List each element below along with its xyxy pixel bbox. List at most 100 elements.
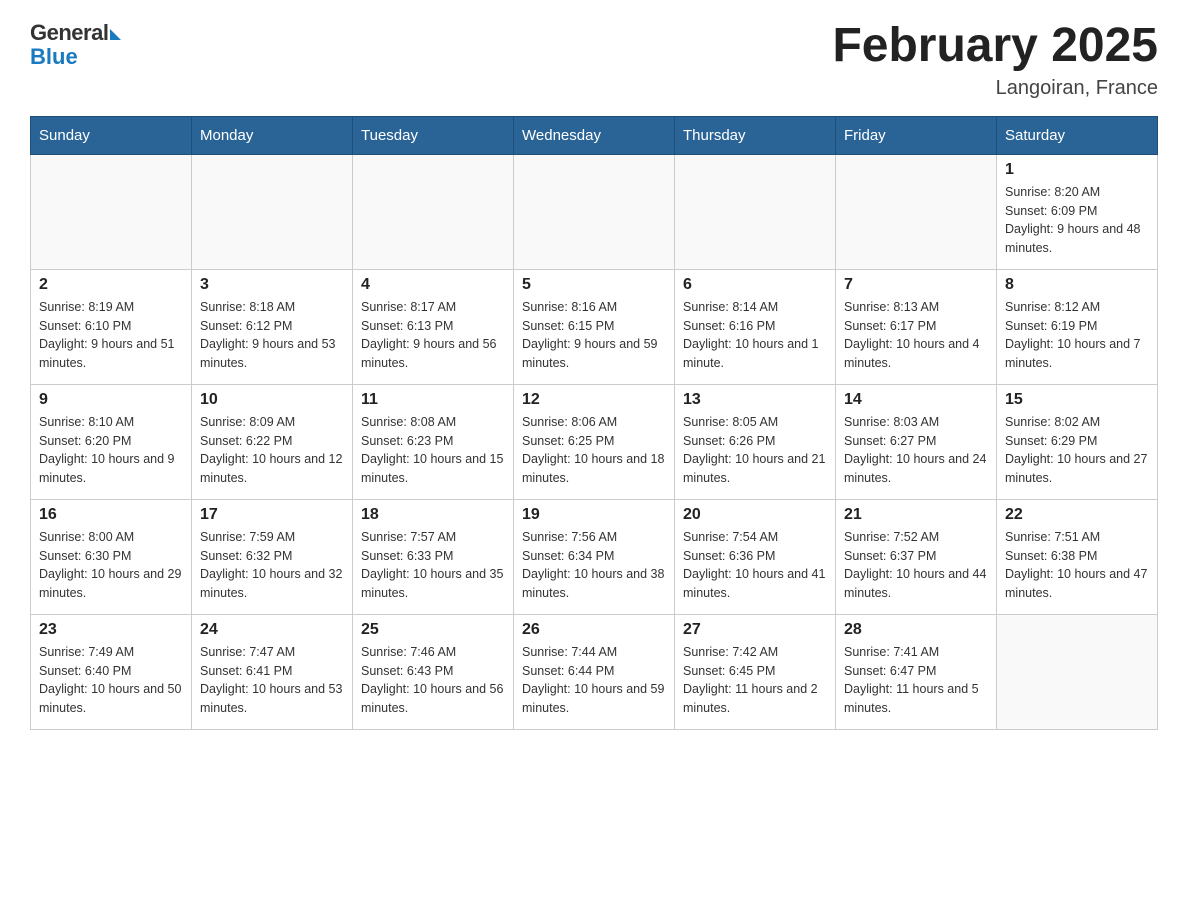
day-number: 15 (1005, 391, 1149, 409)
calendar-cell (836, 154, 997, 269)
calendar-cell: 15 Sunrise: 8:02 AM Sunset: 6:29 PM Dayli… (997, 384, 1158, 499)
calendar-cell: 23Sunrise: 7:49 AM Sunset: 6:40 PM Dayli… (31, 614, 192, 729)
calendar-cell: 28 Sunrise: 7:41 AM Sunset: 6:47 PM Dayli… (836, 614, 997, 729)
day-number: 13 (683, 391, 827, 409)
calendar-cell (514, 154, 675, 269)
calendar-cell: 17Sunrise: 7:59 AM Sunset: 6:32 PM Dayli… (192, 499, 353, 614)
calendar-week-row: 2Sunrise: 8:19 AM Sunset: 6:10 PM Daylig… (31, 269, 1158, 384)
day-number: 2 (39, 276, 183, 294)
day-info: Sunrise: 7:42 AM Sunset: 6:45 PM Dayligh… (683, 643, 827, 718)
header-cell-saturday: Saturday (997, 116, 1158, 154)
calendar-cell: 2Sunrise: 8:19 AM Sunset: 6:10 PM Daylig… (31, 269, 192, 384)
month-title: February 2025 (832, 20, 1158, 73)
page-header: General Blue February 2025 Langoiran, Fr… (30, 20, 1158, 100)
calendar-cell: 14 Sunrise: 8:03 AM Sunset: 6:27 PM Dayli… (836, 384, 997, 499)
header-cell-thursday: Thursday (675, 116, 836, 154)
day-number: 12 (522, 391, 666, 409)
day-number: 17 (200, 506, 344, 524)
day-number: 28 (844, 621, 988, 639)
day-info: Sunrise: 8:16 AM Sunset: 6:15 PM Dayligh… (522, 298, 666, 373)
calendar-cell (192, 154, 353, 269)
day-info: Sunrise: 8:02 AM Sunset: 6:29 PM Dayligh… (1005, 413, 1149, 488)
day-info: Sunrise: 7:57 AM Sunset: 6:33 PM Dayligh… (361, 528, 505, 603)
day-number: 6 (683, 276, 827, 294)
day-info: Sunrise: 8:08 AM Sunset: 6:23 PM Dayligh… (361, 413, 505, 488)
day-number: 27 (683, 621, 827, 639)
calendar-cell (31, 154, 192, 269)
day-number: 9 (39, 391, 183, 409)
day-info: Sunrise: 8:14 AM Sunset: 6:16 PM Dayligh… (683, 298, 827, 373)
calendar-cell: 6 Sunrise: 8:14 AM Sunset: 6:16 PM Daylig… (675, 269, 836, 384)
day-info: Sunrise: 8:05 AM Sunset: 6:26 PM Dayligh… (683, 413, 827, 488)
day-info: Sunrise: 8:12 AM Sunset: 6:19 PM Dayligh… (1005, 298, 1149, 373)
day-info: Sunrise: 7:41 AM Sunset: 6:47 PM Dayligh… (844, 643, 988, 718)
calendar-cell (353, 154, 514, 269)
day-info: Sunrise: 8:10 AM Sunset: 6:20 PM Dayligh… (39, 413, 183, 488)
header-cell-sunday: Sunday (31, 116, 192, 154)
day-number: 3 (200, 276, 344, 294)
day-number: 22 (1005, 506, 1149, 524)
calendar-cell: 27 Sunrise: 7:42 AM Sunset: 6:45 PM Dayli… (675, 614, 836, 729)
day-info: Sunrise: 7:47 AM Sunset: 6:41 PM Dayligh… (200, 643, 344, 718)
day-number: 11 (361, 391, 505, 409)
logo-blue-text: Blue (30, 44, 121, 70)
calendar-week-row: 1Sunrise: 8:20 AM Sunset: 6:09 PM Daylig… (31, 154, 1158, 269)
calendar-cell: 10 Sunrise: 8:09 AM Sunset: 6:22 PM Dayli… (192, 384, 353, 499)
day-number: 4 (361, 276, 505, 294)
calendar-week-row: 23Sunrise: 7:49 AM Sunset: 6:40 PM Dayli… (31, 614, 1158, 729)
calendar-cell: 24 Sunrise: 7:47 AM Sunset: 6:41 PM Dayli… (192, 614, 353, 729)
day-number: 14 (844, 391, 988, 409)
day-info: Sunrise: 8:17 AM Sunset: 6:13 PM Dayligh… (361, 298, 505, 373)
calendar-header: SundayMondayTuesdayWednesdayThursdayFrid… (31, 116, 1158, 154)
calendar-cell: 18 Sunrise: 7:57 AM Sunset: 6:33 PM Dayli… (353, 499, 514, 614)
day-info: Sunrise: 7:52 AM Sunset: 6:37 PM Dayligh… (844, 528, 988, 603)
day-info: Sunrise: 8:09 AM Sunset: 6:22 PM Dayligh… (200, 413, 344, 488)
calendar-cell: 9 Sunrise: 8:10 AM Sunset: 6:20 PM Daylig… (31, 384, 192, 499)
calendar-week-row: 9 Sunrise: 8:10 AM Sunset: 6:20 PM Daylig… (31, 384, 1158, 499)
calendar-cell: 11 Sunrise: 8:08 AM Sunset: 6:23 PM Dayli… (353, 384, 514, 499)
logo-arrow-icon (110, 29, 121, 40)
calendar-cell: 22 Sunrise: 7:51 AM Sunset: 6:38 PM Dayli… (997, 499, 1158, 614)
day-number: 19 (522, 506, 666, 524)
day-number: 20 (683, 506, 827, 524)
day-info: Sunrise: 7:49 AM Sunset: 6:40 PM Dayligh… (39, 643, 183, 718)
day-number: 7 (844, 276, 988, 294)
day-number: 1 (1005, 161, 1149, 179)
title-block: February 2025 Langoiran, France (832, 20, 1158, 100)
calendar-cell: 4 Sunrise: 8:17 AM Sunset: 6:13 PM Daylig… (353, 269, 514, 384)
logo: General Blue (30, 20, 121, 70)
day-info: Sunrise: 8:13 AM Sunset: 6:17 PM Dayligh… (844, 298, 988, 373)
calendar-cell (997, 614, 1158, 729)
header-row: SundayMondayTuesdayWednesdayThursdayFrid… (31, 116, 1158, 154)
header-cell-monday: Monday (192, 116, 353, 154)
day-info: Sunrise: 8:00 AM Sunset: 6:30 PM Dayligh… (39, 528, 183, 603)
calendar-cell: 16 Sunrise: 8:00 AM Sunset: 6:30 PM Dayli… (31, 499, 192, 614)
day-info: Sunrise: 7:46 AM Sunset: 6:43 PM Dayligh… (361, 643, 505, 718)
logo-general-text: General (30, 20, 108, 46)
day-number: 24 (200, 621, 344, 639)
day-number: 25 (361, 621, 505, 639)
day-info: Sunrise: 7:51 AM Sunset: 6:38 PM Dayligh… (1005, 528, 1149, 603)
calendar-cell: 13 Sunrise: 8:05 AM Sunset: 6:26 PM Dayli… (675, 384, 836, 499)
calendar-cell: 12Sunrise: 8:06 AM Sunset: 6:25 PM Dayli… (514, 384, 675, 499)
day-number: 5 (522, 276, 666, 294)
calendar-body: 1Sunrise: 8:20 AM Sunset: 6:09 PM Daylig… (31, 154, 1158, 729)
day-info: Sunrise: 8:03 AM Sunset: 6:27 PM Dayligh… (844, 413, 988, 488)
day-number: 8 (1005, 276, 1149, 294)
calendar-cell: 26Sunrise: 7:44 AM Sunset: 6:44 PM Dayli… (514, 614, 675, 729)
calendar-week-row: 16 Sunrise: 8:00 AM Sunset: 6:30 PM Dayli… (31, 499, 1158, 614)
calendar-cell: 19Sunrise: 7:56 AM Sunset: 6:34 PM Dayli… (514, 499, 675, 614)
calendar-cell (675, 154, 836, 269)
header-cell-tuesday: Tuesday (353, 116, 514, 154)
day-number: 21 (844, 506, 988, 524)
calendar-cell: 3Sunrise: 8:18 AM Sunset: 6:12 PM Daylig… (192, 269, 353, 384)
calendar-cell: 8 Sunrise: 8:12 AM Sunset: 6:19 PM Daylig… (997, 269, 1158, 384)
day-number: 18 (361, 506, 505, 524)
calendar-cell: 1Sunrise: 8:20 AM Sunset: 6:09 PM Daylig… (997, 154, 1158, 269)
location-subtitle: Langoiran, France (832, 77, 1158, 100)
day-number: 10 (200, 391, 344, 409)
calendar-table: SundayMondayTuesdayWednesdayThursdayFrid… (30, 116, 1158, 730)
calendar-cell: 5 Sunrise: 8:16 AM Sunset: 6:15 PM Daylig… (514, 269, 675, 384)
calendar-cell: 7 Sunrise: 8:13 AM Sunset: 6:17 PM Daylig… (836, 269, 997, 384)
day-number: 16 (39, 506, 183, 524)
